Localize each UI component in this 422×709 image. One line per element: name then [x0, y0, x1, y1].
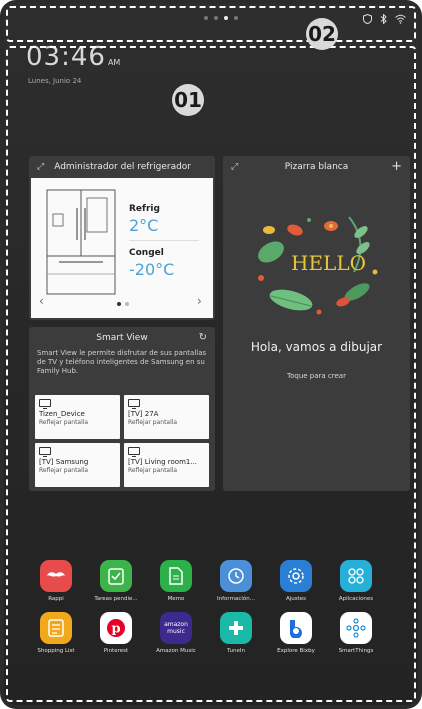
device-frame: 03:46 AM Lunes, Junio 24 ⤢ Administrador … [0, 0, 422, 709]
main-region [6, 46, 416, 702]
callout-main-area: 01 [172, 84, 204, 116]
status-bar-region [6, 6, 416, 42]
callout-status-bar: 02 [306, 18, 338, 50]
